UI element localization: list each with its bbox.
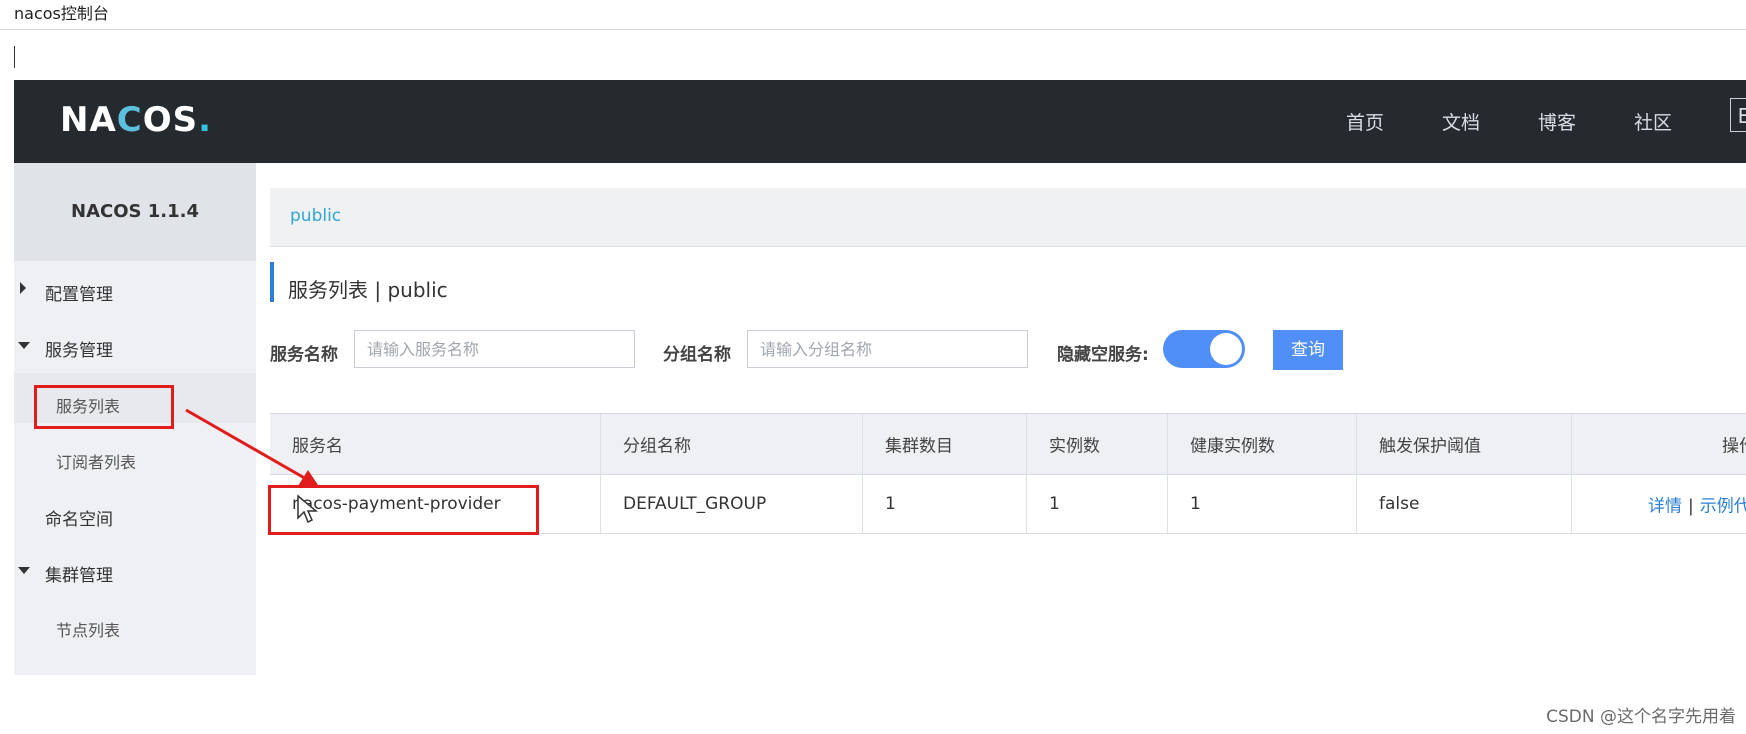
sidebar-item-config[interactable]: 配置管理 [45,280,113,305]
column-header: 健康实例数 [1168,414,1357,474]
detail-link[interactable]: 详情 [1648,497,1682,517]
service-name-input[interactable] [354,330,635,368]
sidebar-subitem-nodes[interactable]: 节点列表 [56,617,120,641]
hide-empty-label: 隐藏空服务: [1057,345,1149,365]
nav-docs[interactable]: 文档 [1442,108,1480,135]
column-header: 实例数 [1027,414,1168,474]
column-header: 集群数目 [863,414,1027,474]
sidebar-subitem-subscribers[interactable]: 订阅者列表 [56,449,136,473]
mouse-pointer-icon [297,494,318,524]
group-name-label: 分组名称 [663,345,731,365]
cell-actions: 详情 | 示例代码 [1572,475,1746,533]
text-cursor [14,46,15,68]
toggle-knob [1210,333,1242,365]
column-header: 操作 [1722,436,1746,457]
annotation-arrow-icon [185,408,320,488]
nav-blog[interactable]: 博客 [1538,108,1576,135]
table-header: 服务名 分组名称 集群数目 实例数 健康实例数 触发保护阈值 操作 [270,413,1746,475]
language-switch-button[interactable]: E [1730,98,1746,132]
cell-protect-threshold: false [1357,475,1572,533]
cell-clusters: 1 [863,475,1027,533]
action-separator: | [1688,496,1694,517]
nav-home[interactable]: 首页 [1346,108,1384,135]
column-header: 触发保护阈值 [1357,414,1572,474]
nacos-logo[interactable]: NACOS. [60,100,212,140]
window-title: nacos控制台 [0,0,1746,30]
cell-instances: 1 [1027,475,1168,533]
query-button[interactable]: 查询 [1273,330,1343,370]
sidebar-item-namespace[interactable]: 命名空间 [45,505,113,530]
caret-down-icon [18,567,30,574]
hide-empty-toggle[interactable] [1163,330,1245,368]
top-navbar: NACOS. 首页 文档 博客 社区 E [14,80,1746,163]
cell-group: DEFAULT_GROUP [601,475,863,533]
column-header: 分组名称 [601,414,863,474]
breadcrumb-namespace[interactable]: public [290,206,341,226]
title-accent-bar [270,262,274,302]
caret-right-icon [20,282,26,294]
version-label: NACOS 1.1.4 [14,163,256,261]
csdn-watermark: CSDN @这个名字先用着 [1546,707,1736,727]
cell-healthy-instances: 1 [1168,475,1357,533]
annotation-box-sidebar [34,385,174,429]
sample-code-link[interactable]: 示例代码 [1700,497,1746,517]
sidebar-item-cluster[interactable]: 集群管理 [45,561,113,586]
sidebar-item-service[interactable]: 服务管理 [45,336,113,361]
nav-community[interactable]: 社区 [1634,108,1672,135]
caret-down-icon [18,342,30,349]
breadcrumb: public [270,188,1746,247]
service-name-label: 服务名称 [270,345,338,365]
group-name-input[interactable] [747,330,1028,368]
page-title: 服务列表 | public [288,278,448,302]
